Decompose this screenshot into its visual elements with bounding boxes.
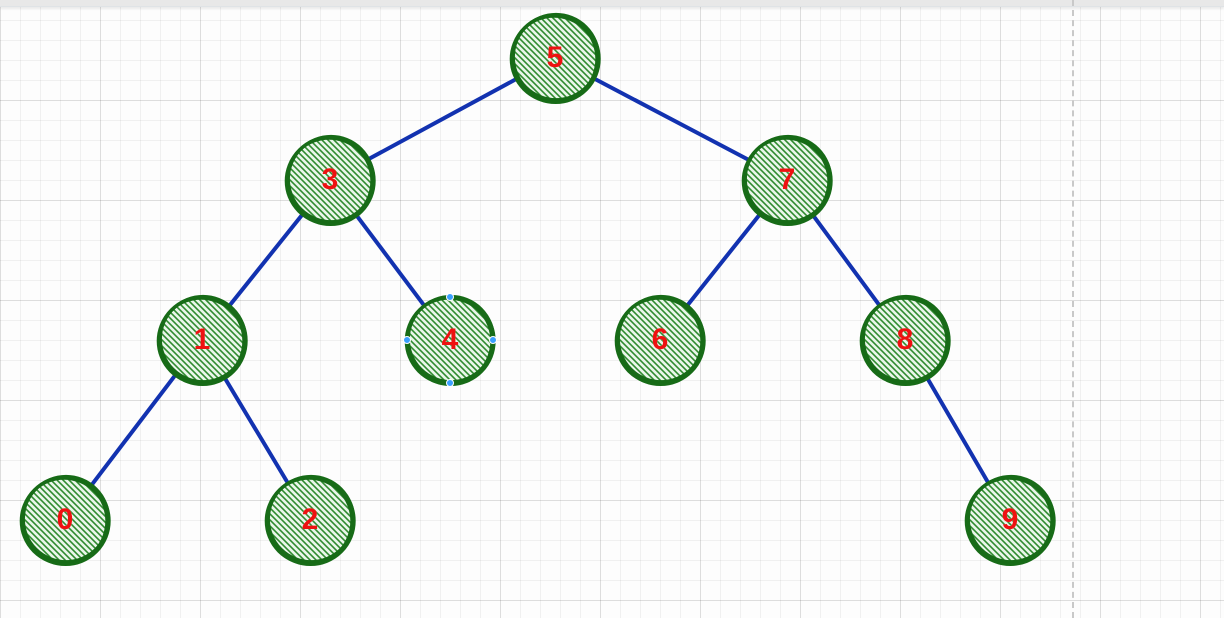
tree-node[interactable]: 9 xyxy=(967,477,1053,563)
tree-node[interactable]: 7 xyxy=(744,137,830,223)
tree-node[interactable]: 3 xyxy=(287,137,373,223)
diagram-canvas[interactable]: 5 3 7 1 4 6 8 xyxy=(0,0,1224,618)
tree-node[interactable]: 8 xyxy=(862,297,948,383)
tree-node[interactable]: 1 xyxy=(159,297,245,383)
tree-node[interactable]: 4 xyxy=(407,297,493,383)
tree-node[interactable]: 5 xyxy=(512,15,598,101)
page-margin-guide xyxy=(1072,0,1074,618)
tree-node[interactable]: 2 xyxy=(267,477,353,563)
tree-node[interactable]: 0 xyxy=(22,477,108,563)
tree-node[interactable]: 6 xyxy=(617,297,703,383)
page-edge-shadow xyxy=(0,0,1224,7)
